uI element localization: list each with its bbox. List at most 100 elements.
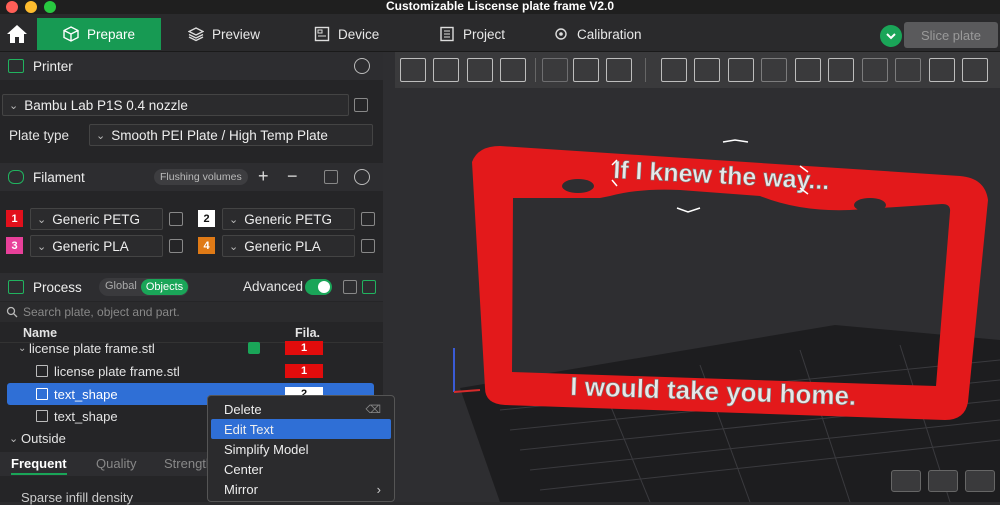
- filament-slot-3-select[interactable]: ⌄ Generic PLA: [30, 235, 163, 257]
- split-parts-icon[interactable]: [573, 58, 599, 82]
- search-icon: [6, 306, 18, 318]
- advanced-label: Advanced: [243, 279, 304, 294]
- tab-calibration[interactable]: Calibration: [553, 18, 642, 50]
- edit-filament-1-icon[interactable]: [169, 212, 183, 226]
- seam-paint-icon[interactable]: [895, 58, 921, 82]
- add-filament-button[interactable]: +: [258, 166, 269, 187]
- scene-canvas[interactable]: If I knew the way... I would take you ho…: [383, 52, 1000, 502]
- tab-prepare[interactable]: Prepare: [37, 18, 161, 50]
- printer-settings-gear-icon[interactable]: [354, 58, 370, 74]
- layer-editing-icon[interactable]: [606, 58, 632, 82]
- filament-slot-1-select[interactable]: ⌄ Generic PETG: [30, 208, 163, 230]
- search-placeholder: Search plate, object and part.: [23, 305, 180, 319]
- chevron-down-icon: ⌄: [96, 129, 106, 142]
- menu-item-center-label: Center: [224, 461, 264, 477]
- move-icon[interactable]: [661, 58, 687, 82]
- chevron-down-icon[interactable]: ⌄: [9, 432, 18, 445]
- edit-filament-4-icon[interactable]: [361, 239, 375, 253]
- menu-item-mirror[interactable]: Mirror ›: [211, 479, 391, 499]
- object-filament-badge[interactable]: 1: [285, 341, 323, 355]
- object-row-part[interactable]: license plate frame.stl 1: [0, 360, 383, 382]
- filament-section-title: Filament: [33, 169, 85, 185]
- tab-strength[interactable]: Strength: [164, 456, 213, 471]
- tab-project[interactable]: Project: [439, 18, 505, 50]
- layers-icon: [188, 27, 204, 42]
- slice-dropdown-toggle[interactable]: [880, 25, 902, 47]
- global-option[interactable]: Global: [105, 280, 137, 292]
- part-name: license plate frame.stl: [54, 363, 180, 379]
- advanced-toggle[interactable]: [305, 279, 332, 295]
- top-toolbar: Prepare Preview Device Project Calibrati…: [0, 14, 1000, 52]
- filament-slot-4-select[interactable]: ⌄ Generic PLA: [222, 235, 355, 257]
- scale-icon[interactable]: [728, 58, 754, 82]
- tab-prepare-label: Prepare: [86, 26, 136, 42]
- printer-section-header: Printer: [0, 52, 383, 80]
- tab-preview[interactable]: Preview: [188, 18, 260, 50]
- menu-item-center[interactable]: Center: [211, 459, 391, 479]
- tab-frequent[interactable]: Frequent: [11, 456, 67, 475]
- text-shape-name: text_shape: [54, 408, 118, 424]
- mesh-boolean-icon[interactable]: [828, 58, 854, 82]
- object-search-bar[interactable]: Search plate, object and part.: [0, 302, 383, 322]
- filament-settings-gear-icon[interactable]: [354, 169, 370, 185]
- outside-label: Outside: [21, 430, 66, 446]
- plate-settings-icon[interactable]: [965, 470, 995, 492]
- edit-printer-icon[interactable]: [354, 98, 368, 112]
- text-tool-icon[interactable]: [929, 58, 955, 82]
- document-icon: [440, 26, 454, 42]
- cut-icon[interactable]: [795, 58, 821, 82]
- process-section-header: Process Global Objects Advanced: [0, 273, 383, 301]
- 3d-viewport[interactable]: If I knew the way... I would take you ho…: [383, 52, 1000, 502]
- toggle-knob: [318, 281, 330, 293]
- slice-plate-button[interactable]: Slice plate: [904, 22, 998, 48]
- filament-slot-2-select[interactable]: ⌄ Generic PETG: [222, 208, 355, 230]
- menu-item-delete[interactable]: Delete ⌫: [211, 399, 391, 419]
- process-compare-icon[interactable]: [362, 280, 376, 294]
- edit-filament-3-icon[interactable]: [169, 239, 183, 253]
- text-shape-name: text_shape: [54, 386, 118, 402]
- text-shape-icon: [36, 388, 48, 400]
- flushing-volumes-button[interactable]: Flushing volumes: [154, 169, 248, 185]
- rotate-icon[interactable]: [694, 58, 720, 82]
- camera-icon[interactable]: [928, 470, 958, 492]
- plate-type-select[interactable]: ⌄ Smooth PEI Plate / High Temp Plate: [89, 124, 373, 146]
- process-list-icon[interactable]: [343, 280, 357, 294]
- filament-slot-4-name: Generic PLA: [244, 238, 321, 254]
- tab-quality[interactable]: Quality: [96, 456, 136, 471]
- toolbar-divider: [645, 58, 646, 82]
- object-row-parent[interactable]: ⌄ license plate frame.stl 1: [0, 339, 383, 357]
- lay-on-face-icon[interactable]: [761, 58, 787, 82]
- measure-icon[interactable]: [962, 58, 988, 82]
- printer-device-icon: [314, 26, 330, 42]
- split-objects-icon[interactable]: [542, 58, 568, 82]
- menu-item-edit-text[interactable]: Edit Text: [211, 419, 391, 439]
- process-icon: [8, 280, 24, 294]
- printer-name: Bambu Lab P1S 0.4 nozzle: [24, 97, 188, 113]
- calibration-icon: [555, 28, 567, 40]
- context-menu: Delete ⌫ Edit Text Simplify Model Center…: [207, 395, 395, 502]
- remove-filament-button[interactable]: −: [287, 166, 298, 187]
- arrange-icon[interactable]: [500, 58, 526, 82]
- printer-icon: [8, 59, 24, 73]
- objects-option[interactable]: Objects: [141, 279, 188, 295]
- tab-device[interactable]: Device: [314, 18, 379, 50]
- home-icon[interactable]: [6, 24, 28, 44]
- sync-filament-icon[interactable]: [324, 170, 338, 184]
- chevron-down-icon: ⌄: [229, 213, 239, 226]
- auto-orient-icon[interactable]: [467, 58, 493, 82]
- filament-section-header: Filament Flushing volumes + −: [0, 163, 383, 191]
- screw-slot: [562, 179, 594, 193]
- chevron-down-icon[interactable]: ⌄: [18, 343, 26, 354]
- filament-slot-2-name: Generic PETG: [244, 211, 332, 227]
- global-objects-switch[interactable]: Global Objects: [99, 278, 189, 296]
- support-paint-icon[interactable]: [862, 58, 888, 82]
- printer-select[interactable]: ⌄ Bambu Lab P1S 0.4 nozzle: [2, 94, 349, 116]
- menu-item-mirror-label: Mirror: [224, 481, 258, 497]
- part-filament-badge[interactable]: 1: [285, 364, 323, 378]
- object-visible-checkbox[interactable]: [248, 342, 260, 354]
- add-object-icon[interactable]: [400, 58, 426, 82]
- edit-filament-2-icon[interactable]: [361, 212, 375, 226]
- add-plate-icon[interactable]: [433, 58, 459, 82]
- menu-item-simplify-model[interactable]: Simplify Model: [211, 439, 391, 459]
- view-cube-icon[interactable]: [891, 470, 921, 492]
